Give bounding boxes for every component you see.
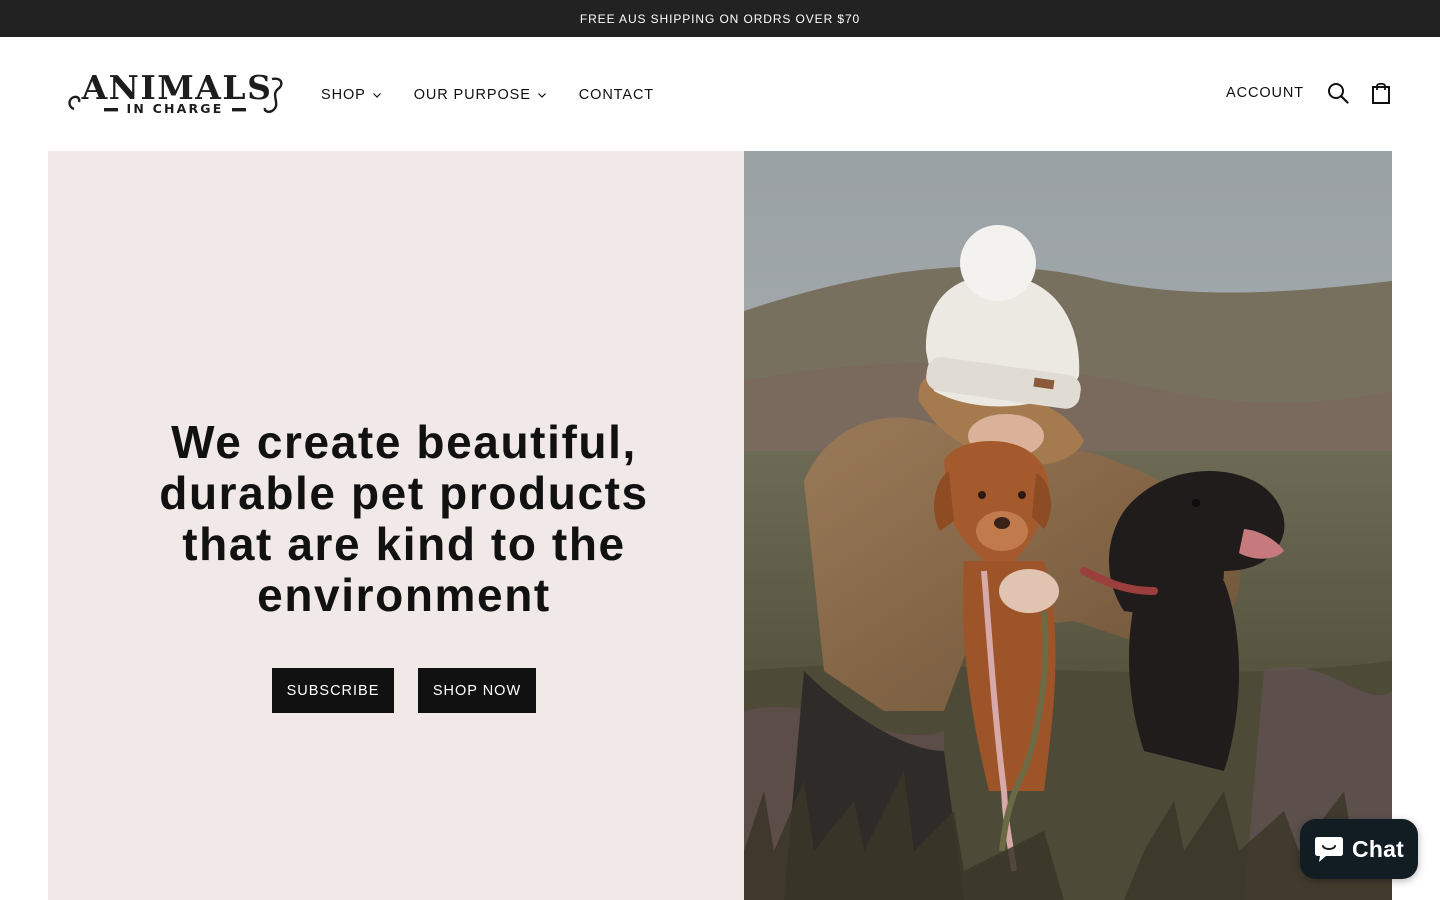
chat-button[interactable]: Chat [1300, 819, 1418, 879]
nav-item-label: SHOP [321, 87, 366, 103]
logo-line2: IN CHARGE [127, 101, 224, 116]
logo[interactable]: ANIMALS IN CHARGE [68, 71, 286, 117]
hero-heading: We create beautiful, durable pet product… [159, 416, 649, 621]
cart-button[interactable] [1369, 81, 1393, 105]
account-link[interactable]: ACCOUNT [1226, 85, 1304, 101]
chat-label: Chat [1352, 835, 1404, 862]
search-icon [1328, 83, 1349, 104]
chat-bubble-icon [1315, 837, 1344, 862]
hero-buttons: SUBSCRIBE SHOP NOW [272, 668, 536, 713]
hero-photo [744, 151, 1392, 900]
hero-image [744, 151, 1392, 900]
site-header: ANIMALS IN CHARGE SHOP OUR PURPOSE CONTA… [0, 37, 1440, 151]
shop-now-button[interactable]: SHOP NOW [418, 668, 536, 713]
hero-text-panel: We create beautiful, durable pet product… [48, 151, 744, 900]
announcement-text: FREE AUS SHIPPING ON ORDRS OVER $70 [579, 11, 861, 26]
subscribe-button[interactable]: SUBSCRIBE [272, 668, 394, 713]
main-nav: SHOP OUR PURPOSE CONTACT [321, 85, 686, 105]
chevron-down-icon [537, 93, 546, 98]
header-actions: ACCOUNT [1226, 81, 1393, 105]
shopping-bag-icon [1372, 82, 1390, 104]
nav-item-contact[interactable]: CONTACT [579, 85, 654, 105]
nav-item-label: OUR PURPOSE [413, 87, 531, 103]
chevron-down-icon [372, 93, 381, 98]
logo-image: ANIMALS IN CHARGE [68, 71, 283, 116]
nav-item-label: CONTACT [578, 87, 655, 103]
nav-item-our-purpose[interactable]: OUR PURPOSE [414, 85, 547, 105]
nav-item-shop[interactable]: SHOP [321, 85, 382, 105]
search-button[interactable] [1326, 81, 1350, 105]
announcement-bar: FREE AUS SHIPPING ON ORDRS OVER $70 [0, 0, 1440, 37]
